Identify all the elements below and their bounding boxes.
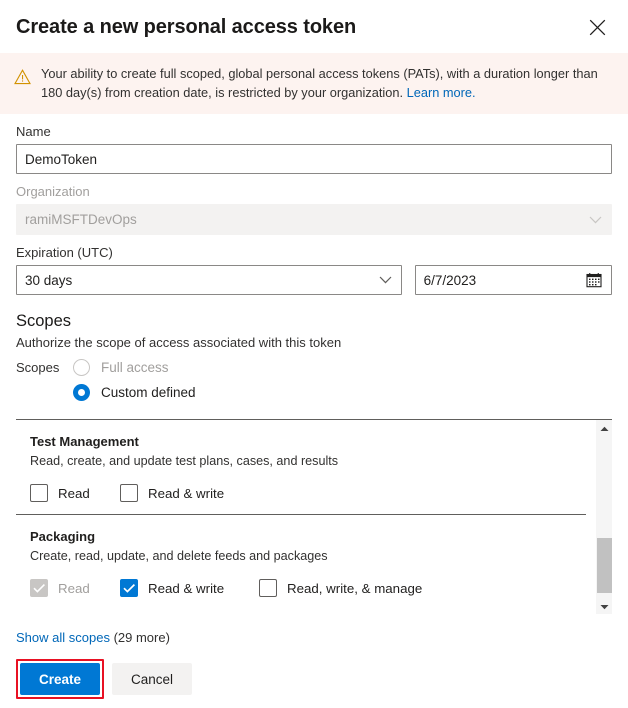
permission-read[interactable]: Read [30,484,120,502]
scope-option-full-access: Scopes Full access [16,355,612,380]
learn-more-link[interactable]: Learn more. [407,85,476,100]
close-icon [589,19,606,36]
radio-custom-defined[interactable] [73,384,90,401]
scrollbar-thumb[interactable] [597,538,612,593]
organization-value: ramiMSFTDevOps [25,212,137,227]
name-input[interactable] [16,144,612,174]
checkbox-read-write[interactable] [120,579,138,597]
chevron-down-icon [379,276,392,284]
radio-custom-defined-label: Custom defined [101,385,196,400]
scope-group-description: Create, read, update, and delete feeds a… [30,547,586,565]
permission-read-write[interactable]: Read & write [120,579,259,597]
warning-triangle-icon [14,69,31,90]
checkbox-read-label: Read [58,581,90,596]
banner-message-text: Your ability to create full scoped, glob… [41,66,598,100]
chevron-down-icon [589,212,602,227]
checkbox-read [30,579,48,597]
scope-group-name: Packaging [30,528,586,546]
cancel-button[interactable]: Cancel [112,663,192,695]
scope-option-custom-defined[interactable]: Custom defined [16,380,612,405]
expiration-field-label: Expiration (UTC) [16,244,612,261]
page-title: Create a new personal access token [16,14,582,40]
scope-group-description: Read, create, and update test plans, cas… [30,452,612,470]
dialog-actions: Create Cancel [0,645,628,699]
scope-list-container: Test Management Read, create, and update… [16,419,612,614]
permission-read-write[interactable]: Read & write [120,484,224,502]
scope-permission-row: Read Read & write Read, write, & manage [30,579,586,597]
restriction-warning-banner: Your ability to create full scoped, glob… [0,53,628,114]
dialog-header: Create a new personal access token [0,0,628,53]
scroll-down-arrow-icon[interactable] [596,598,612,614]
show-all-scopes-row: Show all scopes (29 more) [0,614,628,645]
scope-group-name: Test Management [30,433,612,451]
expiration-date-value: 6/7/2023 [424,273,477,288]
radio-full-access [73,359,90,376]
expiration-duration-select[interactable]: 30 days [16,265,402,295]
show-all-scopes-link[interactable]: Show all scopes [16,630,110,645]
expiration-duration-value: 30 days [25,273,72,288]
expiration-date-input[interactable]: 6/7/2023 [415,265,612,295]
checkbox-read-write-label: Read & write [148,581,224,596]
token-form: Name Organization ramiMSFTDevOps Expirat… [0,123,628,614]
scopes-subtitle: Authorize the scope of access associated… [16,334,612,352]
checkbox-read-write-manage[interactable] [259,579,277,597]
scopes-heading: Scopes [16,311,612,332]
name-field-label: Name [16,123,612,140]
permission-read-write-manage[interactable]: Read, write, & manage [259,579,422,597]
organization-field-label: Organization [16,183,612,200]
organization-select: ramiMSFTDevOps [16,204,612,235]
create-pat-dialog: Create a new personal access token Your … [0,0,628,708]
create-button-highlight: Create [16,659,104,699]
checkbox-read[interactable] [30,484,48,502]
expiration-row: 30 days 6/7/2023 [16,265,612,295]
permission-read: Read [30,579,120,597]
banner-message: Your ability to create full scoped, glob… [41,64,601,102]
calendar-icon[interactable] [586,272,602,288]
scope-permission-row: Read Read & write [30,484,612,502]
checkbox-read-write-manage-label: Read, write, & manage [287,581,422,596]
show-all-scopes-count: (29 more) [114,630,170,645]
checkbox-read-label: Read [58,486,90,501]
checkbox-read-write[interactable] [120,484,138,502]
scope-group-test-management: Test Management Read, create, and update… [16,420,612,502]
scopes-radio-group: Scopes Full access Custom defined [16,355,612,405]
scope-group-packaging: Packaging Create, read, update, and dele… [16,514,586,597]
scope-list: Test Management Read, create, and update… [16,420,612,597]
scopes-inline-label: Scopes [16,360,73,375]
create-button[interactable]: Create [20,663,100,695]
radio-full-access-label: Full access [101,360,169,375]
scope-list-scrollbar[interactable] [595,420,612,614]
scroll-up-arrow-icon[interactable] [596,420,612,437]
checkbox-read-write-label: Read & write [148,486,224,501]
close-button[interactable] [582,12,612,42]
